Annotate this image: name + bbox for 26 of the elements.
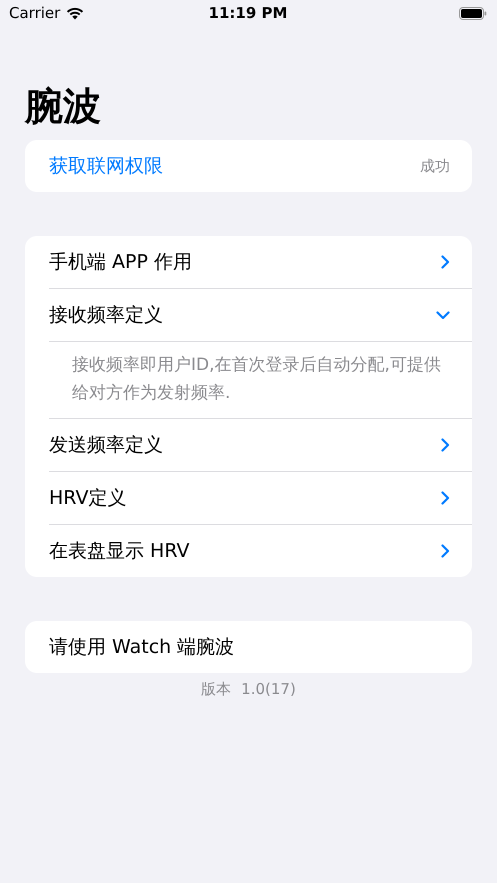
page-title: 腕波 — [25, 84, 102, 130]
chevron-right-icon — [441, 438, 450, 452]
chevron-right-icon — [441, 491, 450, 505]
chevron-right-icon — [441, 255, 450, 269]
status-time: 11:19 PM — [208, 4, 288, 22]
description-text: 接收频率即用户ID,在首次登录后自动分配,可提供给对方作为发射频率. — [72, 354, 442, 405]
row-label: 接收频率定义 — [49, 303, 163, 328]
list-row[interactable]: 接收频率定义 — [49, 288, 472, 341]
row-label: 手机端 APP 作用 — [49, 250, 192, 275]
row-label: HRV定义 — [49, 486, 126, 511]
list-row[interactable]: 在表盘显示 HRV — [49, 524, 472, 577]
list-row[interactable]: 手机端 APP 作用 — [25, 236, 472, 288]
wifi-icon — [66, 6, 84, 20]
carrier-label: Carrier — [9, 4, 60, 22]
permission-status: 成功 — [420, 156, 450, 176]
list-row[interactable]: HRV定义 — [49, 471, 472, 524]
row-label: 在表盘显示 HRV — [49, 539, 190, 564]
network-permission-link[interactable]: 获取联网权限 — [49, 153, 163, 179]
row-label: 发送频率定义 — [49, 433, 163, 458]
watch-notice: 请使用 Watch 端腕波 — [49, 635, 234, 660]
chevron-right-icon — [441, 544, 450, 558]
version-number: 1.0(17) — [241, 680, 296, 699]
list-row[interactable]: 发送频率定义 — [49, 418, 472, 471]
battery-icon — [458, 6, 487, 20]
chevron-down-icon — [436, 310, 450, 320]
version-label: 版本 — [201, 680, 232, 699]
